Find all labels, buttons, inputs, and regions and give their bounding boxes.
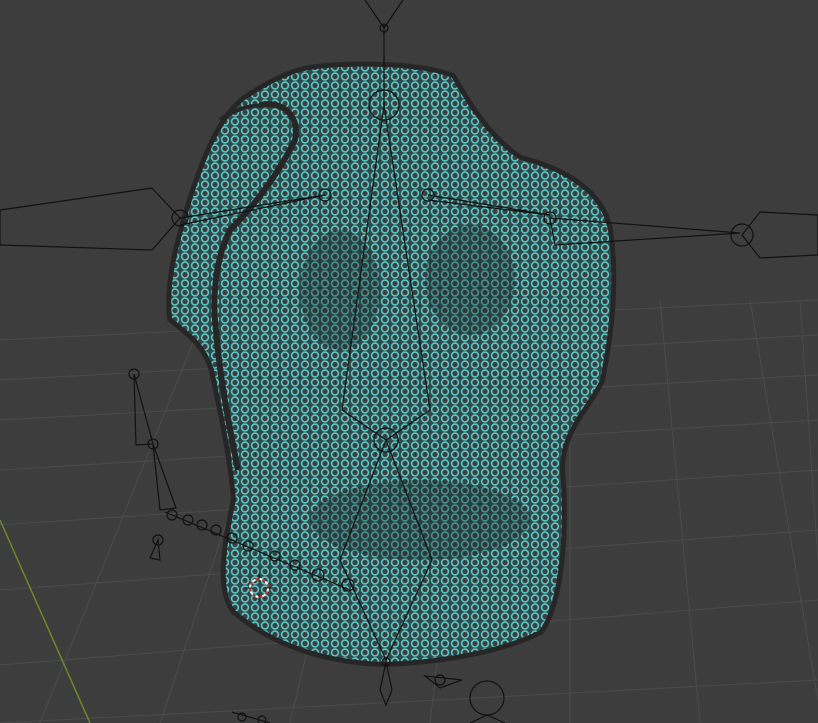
torso-mesh[interactable] bbox=[160, 60, 620, 670]
x-axis-line bbox=[0, 519, 91, 723]
3d-viewport[interactable] bbox=[0, 0, 818, 723]
scene-canvas[interactable] bbox=[0, 0, 818, 723]
